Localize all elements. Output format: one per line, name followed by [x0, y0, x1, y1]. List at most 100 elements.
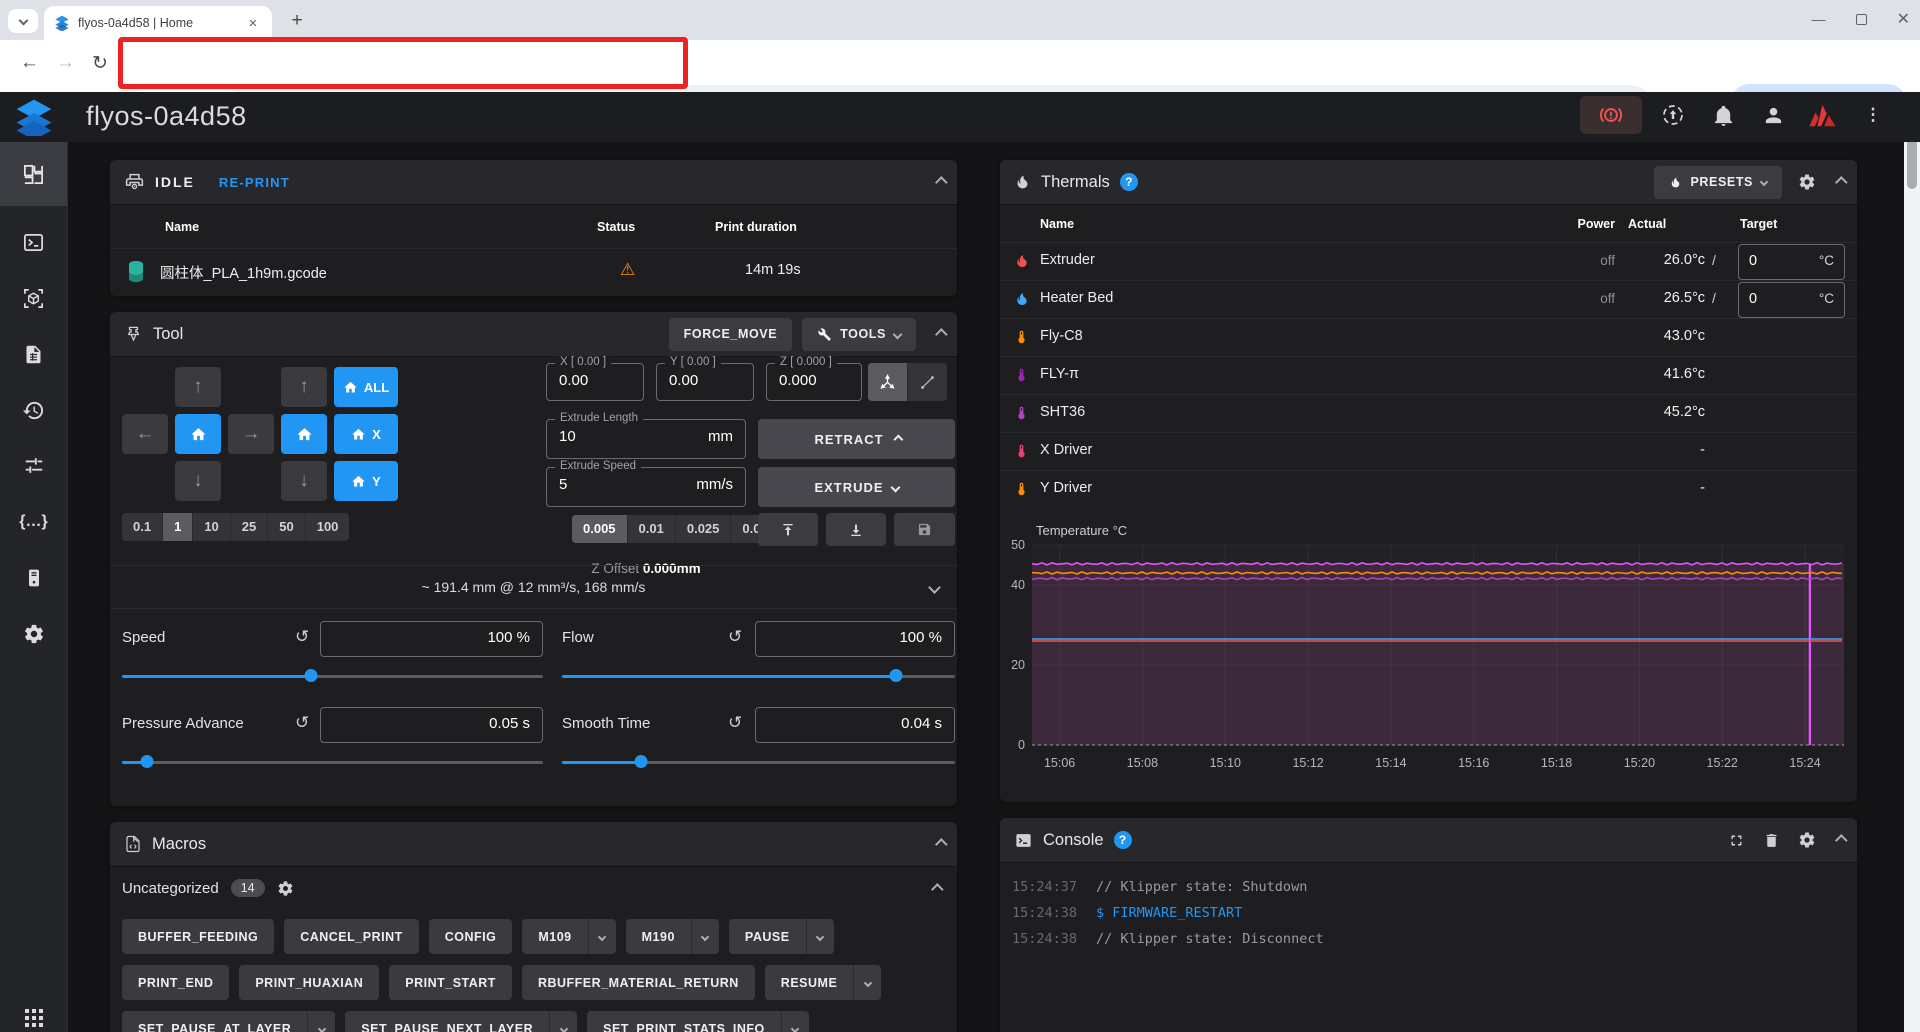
window-minimize-button[interactable]: — [1812, 11, 1826, 27]
jog-y-minus-button[interactable]: ↓ [175, 461, 221, 501]
speed-slider[interactable] [122, 669, 543, 683]
home-xy-button[interactable] [175, 414, 221, 454]
move-step-100[interactable]: 100 [306, 513, 350, 541]
sidebar-item-console[interactable] [0, 214, 67, 270]
z-step-0.025[interactable]: 0.025 [676, 515, 732, 543]
flow-slider[interactable] [562, 669, 955, 683]
z-step-0.005-selected[interactable]: 0.005 [572, 515, 628, 543]
jog-x-minus-button[interactable]: ← [122, 414, 168, 454]
pressure-advance-input[interactable]: 0.05 s [320, 707, 543, 743]
smooth-time-slider-knob[interactable] [634, 755, 647, 768]
macro-set-pause-next-layer-dropdown[interactable] [549, 1011, 577, 1032]
speed-slider-knob[interactable] [305, 669, 318, 682]
sidebar-item-history[interactable] [0, 382, 67, 438]
smooth-time-input[interactable]: 0.04 s [755, 707, 955, 743]
sidebar-apps-grid-icon[interactable] [0, 990, 67, 1032]
forward-icon[interactable]: → [56, 52, 75, 74]
distance-move-mode-icon[interactable] [908, 363, 947, 401]
bed-target-input[interactable]: 0°C [1738, 282, 1845, 318]
macro-set-print-stats-info-dropdown[interactable] [781, 1011, 809, 1032]
macro-pause-dropdown[interactable] [806, 919, 834, 954]
sidebar-item-jobs[interactable] [0, 326, 67, 382]
sidebar-item-dashboard[interactable] [0, 142, 67, 206]
pressure-advance-reset-icon[interactable]: ↺ [295, 713, 309, 733]
extrude-button[interactable]: EXTRUDE [758, 467, 955, 507]
speed-input[interactable]: 100 % [320, 621, 543, 657]
pressure-advance-slider[interactable] [122, 755, 543, 769]
console-collapse-icon[interactable] [1835, 834, 1848, 847]
move-step-0.1[interactable]: 0.1 [122, 513, 163, 541]
jog-z-minus-button[interactable]: ↓ [281, 461, 327, 501]
thermals-settings-icon[interactable] [1798, 173, 1816, 191]
z-offset-save-button[interactable] [894, 513, 955, 546]
new-tab-button[interactable]: + [284, 8, 310, 34]
log-command[interactable]: $ FIRMWARE_RESTART [1096, 905, 1242, 921]
thermals-help-icon[interactable]: ? [1120, 173, 1138, 191]
extrude-speed-field[interactable]: Extrude Speed 5 mm/s [546, 467, 746, 507]
locate-printer-icon[interactable] [1654, 96, 1692, 134]
z-offset-down-button[interactable] [826, 513, 886, 546]
home-y-button[interactable]: Y [334, 461, 398, 501]
speed-reset-icon[interactable]: ↺ [295, 627, 309, 647]
sidebar-item-tune[interactable] [0, 438, 67, 494]
smooth-time-slider[interactable] [562, 755, 955, 769]
thermals-collapse-icon[interactable] [1835, 176, 1848, 189]
position-x-field[interactable]: X [ 0.00 ] 0.00 [546, 363, 644, 401]
user-account-icon[interactable] [1754, 96, 1792, 134]
console-clear-trash-icon[interactable] [1763, 832, 1780, 849]
macro-m190-dropdown[interactable] [691, 919, 719, 954]
macro-pause[interactable]: PAUSE [729, 919, 834, 954]
move-step-25[interactable]: 25 [231, 513, 268, 541]
macro-print-start[interactable]: PRINT_START [389, 965, 512, 1000]
heater-row-extruder[interactable]: Extruder off 26.0°c / 0°C [1000, 243, 1857, 281]
console-help-icon[interactable]: ? [1114, 831, 1132, 849]
jog-x-plus-button[interactable]: → [228, 414, 274, 454]
macro-m109[interactable]: M109 [522, 919, 615, 954]
macro-m190[interactable]: M190 [626, 919, 719, 954]
home-z-button[interactable] [281, 414, 327, 454]
app-menu-kebab-icon[interactable]: ⋮ [1854, 96, 1892, 134]
reprint-button[interactable]: RE-PRINT [219, 175, 290, 190]
macro-print-end[interactable]: PRINT_END [122, 965, 229, 1000]
fly-brand-logo[interactable] [1804, 96, 1842, 134]
console-fullscreen-icon[interactable] [1728, 832, 1745, 849]
flow-input[interactable]: 100 % [755, 621, 955, 657]
reload-icon[interactable]: ↻ [92, 52, 108, 75]
sidebar-item-settings[interactable] [0, 606, 67, 662]
job-row[interactable]: 圆柱体_PLA_1h9m.gcode ⚠ 14m 19s [110, 249, 957, 295]
macro-set-pause-at-layer[interactable]: SET_PAUSE_AT_LAYER [122, 1011, 335, 1032]
notifications-bell-icon[interactable] [1704, 96, 1742, 134]
macro-resume[interactable]: RESUME [765, 965, 881, 1000]
macro-m109-dropdown[interactable] [588, 919, 616, 954]
macro-set-pause-next-layer[interactable]: SET_PAUSE_NEXT_LAYER [345, 1011, 577, 1032]
position-z-field[interactable]: Z [ 0.000 ] 0.000 [766, 363, 862, 401]
move-step-10[interactable]: 10 [193, 513, 230, 541]
back-icon[interactable]: ← [20, 52, 39, 74]
browser-tab[interactable]: flyos-0a4d58 | Home × [44, 6, 272, 40]
move-step-50[interactable]: 50 [268, 513, 305, 541]
estimate-row[interactable]: ~ 191.4 mm @ 12 mm³/s, 168 mm/s [110, 565, 957, 609]
macro-rbuffer-material-return[interactable]: RBUFFER_MATERIAL_RETURN [522, 965, 755, 1000]
macro-set-pause-at-layer-dropdown[interactable] [307, 1011, 335, 1032]
temperature-chart[interactable]: 15:0615:0815:1015:1215:1415:1615:1815:20… [1006, 539, 1850, 779]
macro-print-huaxian[interactable]: PRINT_HUAXIAN [239, 965, 379, 1000]
jog-y-plus-button[interactable]: ↑ [175, 367, 221, 407]
flow-reset-icon[interactable]: ↺ [728, 627, 742, 647]
home-all-button[interactable]: ALL [334, 367, 398, 407]
flow-slider-knob[interactable] [890, 669, 903, 682]
extrude-length-field[interactable]: Extrude Length 10 mm [546, 419, 746, 459]
console-settings-icon[interactable] [1798, 831, 1816, 849]
presets-button[interactable]: PRESETS [1654, 166, 1782, 199]
console-log[interactable]: 15:24:37 // Klipper state: Shutdown 15:2… [1000, 863, 1857, 1032]
position-y-field[interactable]: Y [ 0.00 ] 0.00 [656, 363, 754, 401]
z-step-0.01[interactable]: 0.01 [628, 515, 676, 543]
move-step-1-selected[interactable]: 1 [163, 513, 193, 541]
macro-set-print-stats-info[interactable]: SET_PRINT_STATS_INFO [587, 1011, 809, 1032]
macro-config[interactable]: CONFIG [429, 919, 513, 954]
estimate-expand-icon[interactable] [928, 581, 941, 594]
tab-search-button[interactable] [8, 9, 38, 33]
smooth-time-reset-icon[interactable]: ↺ [728, 713, 742, 733]
tools-dropdown-button[interactable]: TOOLS [802, 318, 916, 351]
macro-resume-dropdown[interactable] [853, 965, 881, 1000]
macro-cancel-print[interactable]: CANCEL_PRINT [284, 919, 419, 954]
